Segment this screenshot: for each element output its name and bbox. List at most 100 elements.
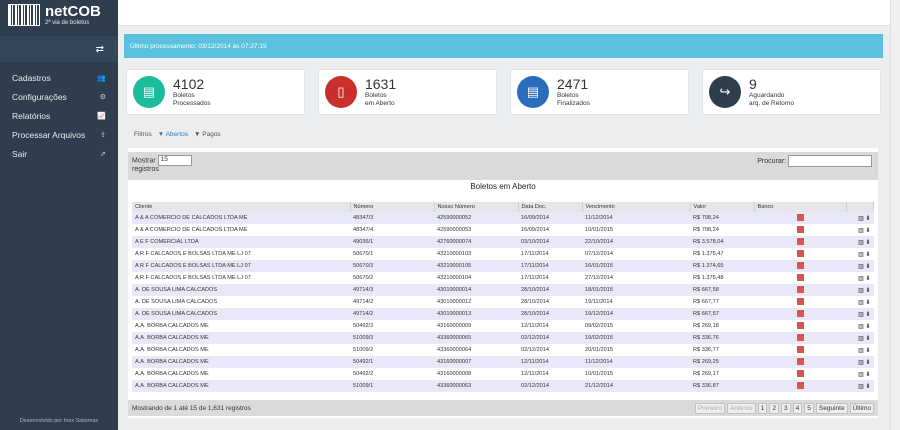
download-icon[interactable]: ⬇ — [865, 384, 870, 390]
page-first-button[interactable]: Primeiro — [694, 402, 726, 414]
download-icon[interactable]: ⬇ — [865, 264, 870, 270]
barcode-icon[interactable]: ▥ — [858, 384, 864, 390]
bank-cell — [754, 368, 846, 380]
download-icon[interactable]: ⬇ — [865, 336, 870, 342]
pdf-icon[interactable] — [796, 297, 804, 305]
page-button[interactable]: 5 — [804, 402, 814, 414]
table-cell: 43360000064 — [434, 344, 518, 356]
column-header[interactable]: Valor — [690, 202, 755, 212]
pdf-icon[interactable] — [796, 285, 804, 293]
actions-cell: ▥ ⬇ — [846, 296, 874, 308]
page-button[interactable]: 2 — [769, 402, 780, 414]
download-icon[interactable]: ⬇ — [865, 288, 870, 294]
download-icon[interactable]: ⬇ — [865, 312, 870, 318]
search-label: Procurar: — [757, 157, 787, 165]
column-header[interactable]: Nosso Número — [434, 202, 519, 212]
download-icon[interactable]: ⬇ — [865, 300, 870, 306]
sidebar-item-configuracoes[interactable]: Configurações ⚙ — [0, 87, 118, 106]
sidebar-item-label: Configurações — [12, 91, 67, 102]
table-cell: 43160000009 — [434, 320, 518, 332]
column-header[interactable]: Data Doc. — [518, 202, 583, 212]
table-cell: 16/09/2014 — [518, 224, 582, 236]
upload-icon: ⇪ — [100, 131, 106, 139]
pdf-icon[interactable] — [796, 309, 804, 317]
barcode-icon[interactable]: ▥ — [858, 360, 864, 366]
page-button[interactable]: 4 — [792, 402, 803, 414]
barcode-icon[interactable]: ▥ — [858, 216, 864, 222]
pdf-icon[interactable] — [796, 249, 804, 257]
download-icon[interactable]: ⬇ — [865, 228, 870, 234]
sidebar-item-cadastros[interactable]: Cadastros 👥 — [0, 68, 118, 87]
barcode-icon[interactable]: ▥ — [858, 300, 864, 306]
column-header[interactable]: Banco — [754, 202, 847, 212]
scrollbar[interactable] — [890, 0, 900, 430]
page-next-button[interactable]: Seguinte — [815, 402, 848, 414]
download-icon[interactable]: ⬇ — [865, 240, 870, 246]
pdf-icon[interactable] — [796, 225, 804, 233]
table-cell: 50492/1 — [350, 356, 434, 368]
actions-cell: ▥ ⬇ — [846, 212, 874, 224]
table-cell: 43160000008 — [434, 368, 518, 380]
table-title: Boletos em Aberto — [470, 182, 536, 191]
table-cell: 17/11/2014 — [518, 272, 582, 284]
top-bar — [118, 0, 890, 26]
page-button[interactable]: 1 — [757, 402, 768, 414]
download-icon[interactable]: ⬇ — [865, 372, 870, 378]
download-icon[interactable]: ⬇ — [865, 252, 870, 258]
pdf-icon[interactable] — [796, 321, 804, 329]
barcode-icon[interactable]: ▥ — [858, 288, 864, 294]
table-cell: 20/01/2015 — [582, 344, 690, 356]
pdf-icon[interactable] — [796, 369, 804, 377]
column-header-actions — [846, 202, 874, 212]
pdf-icon[interactable] — [796, 237, 804, 245]
sidebar-item-processar[interactable]: Processar Arquivos ⇪ — [0, 125, 118, 144]
column-header[interactable]: Número — [350, 202, 435, 212]
column-header[interactable]: Vencimento — [582, 202, 691, 212]
barcode-icon[interactable]: ▥ — [858, 240, 864, 246]
page-button[interactable]: 3 — [781, 402, 791, 414]
info-banner: Último processamento: 03/12/2014 às 07:2… — [124, 34, 883, 58]
pdf-icon[interactable] — [796, 213, 804, 221]
pdf-icon[interactable] — [796, 273, 804, 281]
table-cell: R$ 1.375,48 — [690, 272, 754, 284]
sidebar-toggle-button[interactable]: ⇄ — [0, 36, 118, 62]
table-cell: 16/01/2015 — [582, 260, 690, 272]
actions-cell: ▥ ⬇ — [846, 224, 874, 236]
sidebar-item-relatorios[interactable]: Relatórios 📈 — [0, 106, 118, 125]
actions-cell: ▥ ⬇ — [846, 320, 874, 332]
tab-abertos[interactable]: ▼ Abertos — [158, 131, 188, 138]
download-icon[interactable]: ⬇ — [865, 216, 870, 222]
barcode-icon[interactable]: ▥ — [858, 348, 864, 354]
column-header[interactable]: Cliente — [132, 202, 351, 212]
sidebar-item-sair[interactable]: Sair ⇗ — [0, 144, 118, 163]
barcode-icon[interactable]: ▥ — [858, 252, 864, 258]
pdf-icon[interactable] — [796, 345, 804, 353]
barcode-icon[interactable]: ▥ — [858, 336, 864, 342]
barcode-icon[interactable]: ▥ — [858, 372, 864, 378]
download-icon[interactable]: ⬇ — [865, 276, 870, 282]
table-cell: A R F CALCADOS E BOLSAS LTDA ME LJ 07 — [132, 248, 350, 260]
page-last-button[interactable]: Último — [849, 402, 874, 414]
pdf-icon[interactable] — [796, 333, 804, 341]
search-input[interactable] — [788, 155, 872, 167]
barcode-icon[interactable]: ▥ — [858, 312, 864, 318]
pdf-icon[interactable] — [796, 381, 804, 389]
download-icon[interactable]: ⬇ — [865, 324, 870, 330]
table-cell: 27/12/2014 — [582, 272, 690, 284]
tab-pagos[interactable]: ▼ Pagos — [194, 131, 221, 138]
barcode-icon[interactable]: ▥ — [858, 264, 864, 270]
barcode-icon[interactable]: ▥ — [858, 324, 864, 330]
stat-card-aberto: ▯ 1631 Boletos em Aberto — [318, 69, 497, 115]
table-cell: 51009/3 — [350, 332, 434, 344]
table-cell: R$ 336,76 — [690, 332, 754, 344]
pdf-icon[interactable] — [796, 357, 804, 365]
barcode-icon[interactable]: ▥ — [858, 228, 864, 234]
page-prev-button[interactable]: Anterior — [727, 402, 756, 414]
page-size-select[interactable]: 15 — [157, 155, 192, 166]
download-icon[interactable]: ⬇ — [865, 348, 870, 354]
barcode-icon[interactable]: ▥ — [858, 276, 864, 282]
table-cell: R$ 1.374,65 — [690, 260, 754, 272]
download-icon[interactable]: ⬇ — [865, 360, 870, 366]
pdf-icon[interactable] — [796, 261, 804, 269]
logo[interactable]: netCOB 2ª via de boletos — [0, 0, 118, 30]
